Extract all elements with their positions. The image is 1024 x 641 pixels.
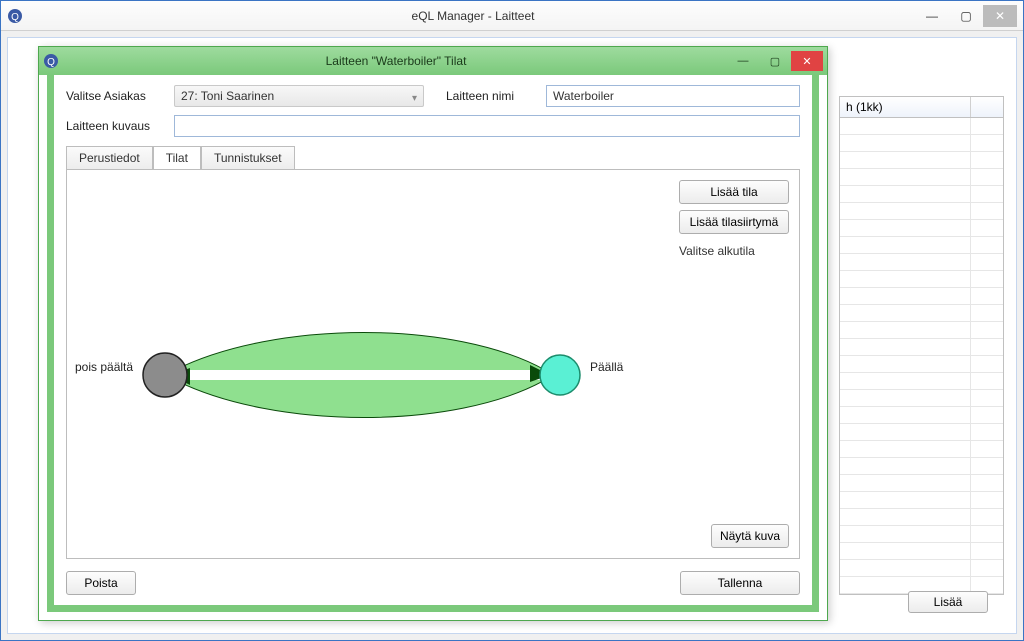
lisaa-tila-button[interactable]: Lisää tila [679,180,789,204]
dialog-title: Laitteen "Waterboiler" Tilat [65,54,727,68]
tallenna-button[interactable]: Tallenna [680,571,800,595]
dialog-minimize-button[interactable]: — [727,51,759,71]
lisaa-tilasiirtyma-button[interactable]: Lisää tilasiirtymä [679,210,789,234]
dialog-close-button[interactable]: ✕ [791,51,823,71]
table-header-spacer [971,97,1003,117]
tab-tilat[interactable]: Tilat [153,146,201,170]
maximize-button[interactable]: ▢ [949,5,983,27]
dialog-maximize-button[interactable]: ▢ [759,51,791,71]
state-on-label: Päällä [590,360,623,374]
device-description-input[interactable] [174,115,800,137]
nayta-kuva-button[interactable]: Näytä kuva [711,524,789,548]
tab-perustiedot[interactable]: Perustiedot [66,146,153,170]
svg-text:Q: Q [11,12,19,23]
tab-strip: Perustiedot Tilat Tunnistukset [66,145,800,169]
device-name-input[interactable] [546,85,800,107]
customer-select[interactable]: 27: Toni Saarinen ▾ [174,85,424,107]
poista-button[interactable]: Poista [66,571,136,595]
tab-panel-tilat: Lisää tila Lisää tilasiirtymä Valitse al… [66,169,800,559]
main-titlebar: Q eQL Manager - Laitteet — ▢ ✕ [1,1,1023,31]
main-title: eQL Manager - Laitteet [31,9,915,23]
dialog-window: Q Laitteen "Waterboiler" Tilat — ▢ ✕ Val… [38,46,828,621]
form-row-customer: Valitse Asiakas 27: Toni Saarinen ▾ Lait… [66,85,800,107]
dialog-body: Valitse Asiakas 27: Toni Saarinen ▾ Lait… [47,75,819,612]
right-table: h (1kk) [839,96,1004,595]
dialog-footer: Poista Tallenna [66,571,800,595]
laitteen-kuvaus-label: Laitteen kuvaus [66,119,174,133]
laitteen-nimi-label: Laitteen nimi [446,89,546,103]
table-header-cell: h (1kk) [840,97,971,117]
close-button[interactable]: ✕ [983,5,1017,27]
tab-tunnistukset[interactable]: Tunnistukset [201,146,295,170]
dialog-app-icon: Q [43,53,59,69]
state-diagram: pois päältä Päällä [75,320,615,440]
svg-text:Q: Q [47,57,55,68]
table-header-row: h (1kk) [840,97,1003,118]
state-off-label: pois päältä [75,360,133,374]
chevron-down-icon: ▾ [412,93,417,104]
dialog-titlebar: Q Laitteen "Waterboiler" Tilat — ▢ ✕ [39,47,827,75]
minimize-button[interactable]: — [915,5,949,27]
form-row-description: Laitteen kuvaus [66,115,800,137]
app-icon: Q [7,8,23,24]
side-buttons: Lisää tila Lisää tilasiirtymä Valitse al… [679,180,789,258]
add-button[interactable]: Lisää [908,591,988,613]
valitse-asiakas-label: Valitse Asiakas [66,89,174,103]
customer-select-value: 27: Toni Saarinen [181,89,274,103]
main-window-buttons: — ▢ ✕ [915,5,1017,27]
valitse-alkutila-label: Valitse alkutila [679,244,789,258]
